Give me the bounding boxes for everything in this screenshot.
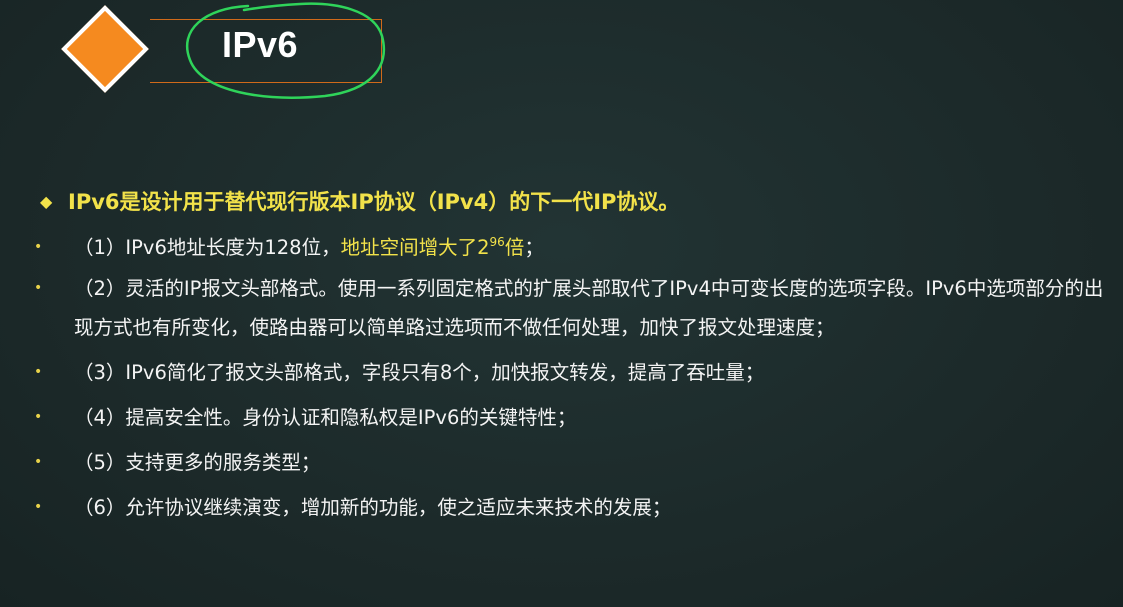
slide: IPv6 ◆ IPv6是设计用于替代现行版本IP协议（IPv4）的下一代IP协议。…: [0, 0, 1123, 607]
list-item: • （6）允许协议继续演变，增加新的功能，使之适应未来技术的发展；: [34, 488, 1104, 527]
item-1-text-end: ；: [524, 236, 544, 259]
orange-diamond-icon: [61, 5, 149, 93]
list-item: • （5）支持更多的服务类型；: [34, 443, 1104, 482]
list-item: • （4）提高安全性。身份认证和隐私权是IPv6的关键特性；: [34, 398, 1104, 437]
bullet-list: • （1）IPv6地址长度为128位，地址空间增大了296倍； • （2）灵活的…: [34, 228, 1104, 527]
item-1-exponent: 96: [489, 235, 505, 249]
list-item: • （2）灵活的IP报文头部格式。使用一系列固定格式的扩展头部取代了IPv4中可…: [34, 269, 1104, 347]
item-1-highlight: 地址空间增大了296倍: [341, 236, 525, 259]
bullet-dot-icon: •: [34, 239, 43, 255]
bullet-dot-icon: •: [34, 364, 43, 380]
list-item-text: （2）灵活的IP报文头部格式。使用一系列固定格式的扩展头部取代了IPv4中可变长…: [74, 277, 1104, 339]
bullet-dot-icon: •: [34, 409, 43, 425]
list-item-text: （4）提高安全性。身份认证和隐私权是IPv6的关键特性；: [74, 406, 577, 429]
list-item-text: （1）IPv6地址长度为128位，地址空间增大了296倍；: [74, 228, 1104, 267]
list-item-text: （3）IPv6简化了报文头部格式，字段只有8个，加快报文转发，提高了吞吐量；: [74, 361, 765, 384]
bullet-dot-icon: •: [34, 280, 43, 296]
headline: ◆ IPv6是设计用于替代现行版本IP协议（IPv4）的下一代IP协议。: [40, 186, 1100, 216]
page-title: IPv6: [222, 24, 299, 65]
list-item: • （1）IPv6地址长度为128位，地址空间增大了296倍；: [34, 228, 1104, 267]
item-1-highlight-after: 倍: [504, 236, 525, 259]
diamond-logo: [60, 4, 152, 96]
item-1-highlight-base: 地址空间增大了2: [340, 236, 490, 259]
bullet-dot-icon: •: [34, 499, 43, 515]
item-1-text: （1）IPv6地址长度为128位，: [74, 236, 341, 259]
list-item: • （3）IPv6简化了报文头部格式，字段只有8个，加快报文转发，提高了吞吐量；: [34, 353, 1104, 392]
headline-text: IPv6是设计用于替代现行版本IP协议（IPv4）的下一代IP协议。: [68, 190, 680, 214]
bullet-dot-icon: •: [34, 454, 43, 470]
list-item-text: （6）允许协议继续演变，增加新的功能，使之适应未来技术的发展；: [74, 496, 672, 519]
list-item-text: （5）支持更多的服务类型；: [74, 451, 321, 474]
diamond-bullet-icon: ◆: [40, 192, 53, 211]
